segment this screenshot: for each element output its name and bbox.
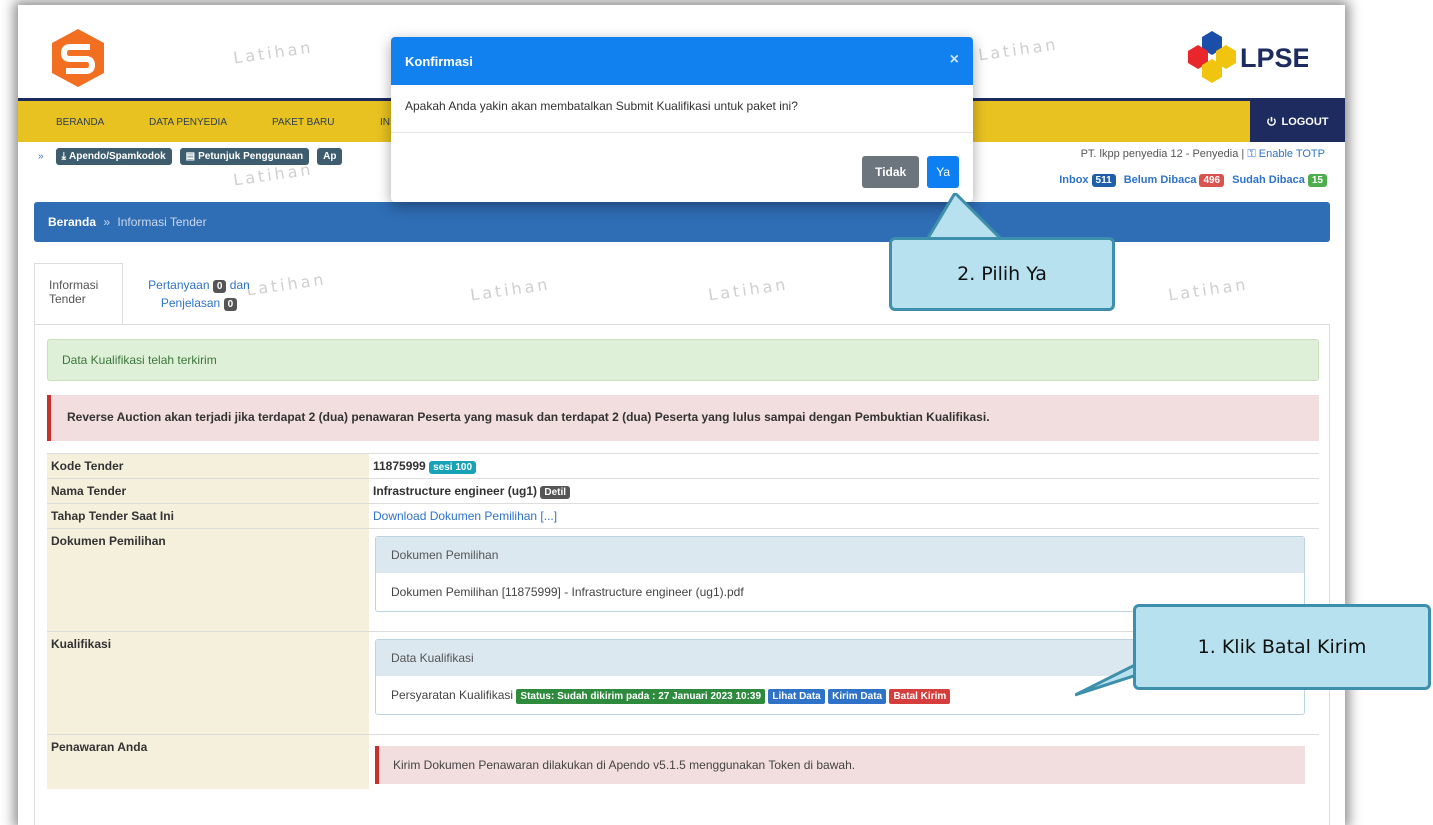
watermark: Latihan — [977, 34, 1060, 65]
lpse-logo[interactable]: LPSE — [1178, 27, 1308, 85]
inbox-label: Inbox — [1059, 174, 1089, 186]
totp-label: Enable TOTP — [1258, 148, 1325, 160]
book-icon: ▤ — [185, 150, 196, 162]
table-row: Penawaran Anda Kirim Dokumen Penawaran d… — [47, 734, 1319, 789]
penjelasan-count-badge: 0 — [223, 298, 238, 311]
tender-info-table: Kode Tender 11875999 sesi 100 Nama Tende… — [47, 453, 1319, 789]
status-badge: Status: Sudah dikirim pada : 27 Januari … — [516, 689, 766, 704]
callout-step-1: 1. Klik Batal Kirim — [1133, 604, 1431, 690]
modal-message: Apakah Anda yakin akan membatalkan Submi… — [391, 85, 973, 133]
reverse-auction-alert: Reverse Auction akan terjadi jika terdap… — [47, 395, 1319, 441]
callout-pointer — [925, 193, 1008, 243]
tab-label: Informasi — [49, 278, 99, 292]
penawaran-value: Kirim Dokumen Penawaran dilakukan di Ape… — [369, 734, 1319, 789]
user-name: PT. lkpp penyedia 12 - Penyedia | — [1080, 148, 1245, 160]
tab-label: Penjelasan — [160, 296, 221, 310]
confirm-modal: Konfirmasi × Apakah Anda yakin akan memb… — [391, 37, 973, 202]
sesi-badge: sesi 100 — [429, 461, 477, 474]
apendo-button[interactable]: ⤓ Apendo/Spamkodok — [55, 147, 172, 165]
nama-tender-label: Nama Tender — [47, 478, 369, 504]
persyaratan-label: Persyaratan Kualifikasi — [391, 688, 514, 702]
table-row: Dokumen Pemilihan Dokumen Pemilihan Doku… — [47, 528, 1319, 632]
ya-button[interactable]: Ya — [927, 156, 959, 188]
modal-title: Konfirmasi — [405, 54, 473, 69]
download-icon: ⤓ — [61, 150, 66, 162]
nav-inbox-truncated[interactable]: IN — [380, 117, 390, 128]
browser-frame: Latihan Latihan Latihan Latihan Latihan … — [18, 5, 1345, 825]
tidak-button[interactable]: Tidak — [862, 156, 920, 188]
kualifikasi-label: Kualifikasi — [47, 631, 369, 735]
petunjuk-button[interactable]: ▤ Petunjuk Penggunaan — [179, 147, 310, 165]
double-chevron-icon[interactable]: » — [38, 151, 44, 162]
batal-kirim-button[interactable]: Batal Kirim — [889, 689, 951, 704]
tahap-link[interactable]: Download Dokumen Pemilihan [...] — [373, 509, 557, 523]
kode-tender-number: 11875999 — [373, 459, 426, 473]
callout-step-2: 2. Pilih Ya — [889, 237, 1115, 311]
aplikasi-button[interactable]: Ap — [317, 147, 343, 165]
logout-label: LOGOUT — [1281, 115, 1329, 128]
nav-beranda[interactable]: BERANDA — [56, 117, 104, 128]
unread-label: Belum Dibaca — [1123, 174, 1197, 186]
modal-footer: Tidak Ya — [862, 156, 959, 188]
inbox-count-badge: 511 — [1091, 174, 1116, 187]
dokumen-panel: Dokumen Pemilihan Dokumen Pemilihan [118… — [375, 536, 1305, 612]
tab-label: dan — [229, 278, 250, 292]
kirim-data-button[interactable]: Kirim Data — [828, 689, 887, 704]
nav-paket-baru[interactable]: PAKET BARU — [272, 117, 334, 128]
inbox-link[interactable]: Inbox 511 — [1059, 174, 1116, 187]
tab-label: Tender — [49, 292, 86, 306]
success-alert: Data Kualifikasi telah terkirim — [47, 339, 1319, 381]
top-toolbar: » ⤓ Apendo/Spamkodok ▤ Petunjuk Pengguna… — [38, 145, 343, 167]
key-icon: ⚿ — [1247, 148, 1256, 160]
read-link[interactable]: Sudah Dibaca 15 — [1232, 174, 1327, 187]
kode-tender-label: Kode Tender — [47, 453, 369, 479]
user-info: PT. lkpp penyedia 12 - Penyedia | ⚿ Enab… — [1081, 148, 1325, 161]
apendo-label: Apendo/Spamkodok — [68, 150, 166, 162]
read-label: Sudah Dibaca — [1232, 174, 1305, 186]
s-logo[interactable] — [48, 27, 108, 89]
lpse-logo-text: LPSE — [1240, 43, 1308, 73]
lihat-data-button[interactable]: Lihat Data — [768, 689, 825, 704]
enable-totp-link[interactable]: ⚿ Enable TOTP — [1247, 148, 1325, 160]
unread-count-badge: 496 — [1199, 174, 1225, 187]
tab-pertanyaan-penjelasan[interactable]: Pertanyaan 0 dan Penjelasan 0 — [134, 277, 264, 313]
watermark: Latihan — [232, 37, 315, 68]
table-row: Kode Tender 11875999 sesi 100 — [47, 453, 1319, 479]
nav-data-penyedia[interactable]: DATA PENYEDIA — [149, 117, 227, 128]
tab-content: Data Kualifikasi telah terkirim Reverse … — [34, 324, 1330, 825]
aplikasi-label: Ap — [323, 150, 337, 162]
nama-tender-text: Infrastructure engineer (ug1) — [373, 484, 538, 498]
dokumen-panel-heading: Dokumen Pemilihan — [376, 537, 1304, 573]
nama-tender-value: Infrastructure engineer (ug1) Detil — [369, 478, 1319, 504]
breadcrumb-home[interactable]: Beranda — [48, 215, 96, 229]
message-counters: Inbox 511 Belum Dibaca 496 Sudah Dibaca 15 — [1059, 174, 1327, 187]
watermark: Latihan — [1167, 274, 1250, 305]
pertanyaan-count-badge: 0 — [212, 280, 227, 293]
dokumen-pemilihan-label: Dokumen Pemilihan — [47, 528, 369, 632]
penawaran-note: Kirim Dokumen Penawaran dilakukan di Ape… — [375, 746, 1305, 784]
tab-label: Pertanyaan — [148, 278, 210, 292]
breadcrumb: Beranda » Informasi Tender — [34, 202, 1330, 242]
modal-header: Konfirmasi × — [391, 37, 973, 85]
detil-button[interactable]: Detil — [540, 486, 571, 499]
breadcrumb-current: Informasi Tender — [117, 215, 207, 229]
unread-link[interactable]: Belum Dibaca 496 — [1123, 174, 1225, 187]
tahap-value: Download Dokumen Pemilihan [...] — [369, 503, 1319, 529]
close-icon[interactable]: × — [950, 51, 959, 69]
breadcrumb-separator: » — [103, 215, 111, 229]
page: Latihan Latihan Latihan Latihan Latihan … — [18, 5, 1345, 825]
tab-informasi-tender[interactable]: Informasi Tender — [34, 263, 123, 325]
logout-button[interactable]: LOGOUT — [1250, 101, 1345, 142]
kode-tender-value: 11875999 sesi 100 — [369, 453, 1319, 479]
tahap-label: Tahap Tender Saat Ini — [47, 503, 369, 529]
penawaran-label: Penawaran Anda — [47, 734, 369, 789]
power-icon — [1267, 116, 1277, 126]
table-row: Tahap Tender Saat Ini Download Dokumen P… — [47, 503, 1319, 529]
watermark: Latihan — [469, 274, 552, 305]
watermark: Latihan — [707, 274, 790, 305]
read-count-badge: 15 — [1307, 174, 1327, 187]
table-row: Nama Tender Infrastructure engineer (ug1… — [47, 478, 1319, 504]
petunjuk-label: Petunjuk Penggunaan — [198, 150, 304, 162]
